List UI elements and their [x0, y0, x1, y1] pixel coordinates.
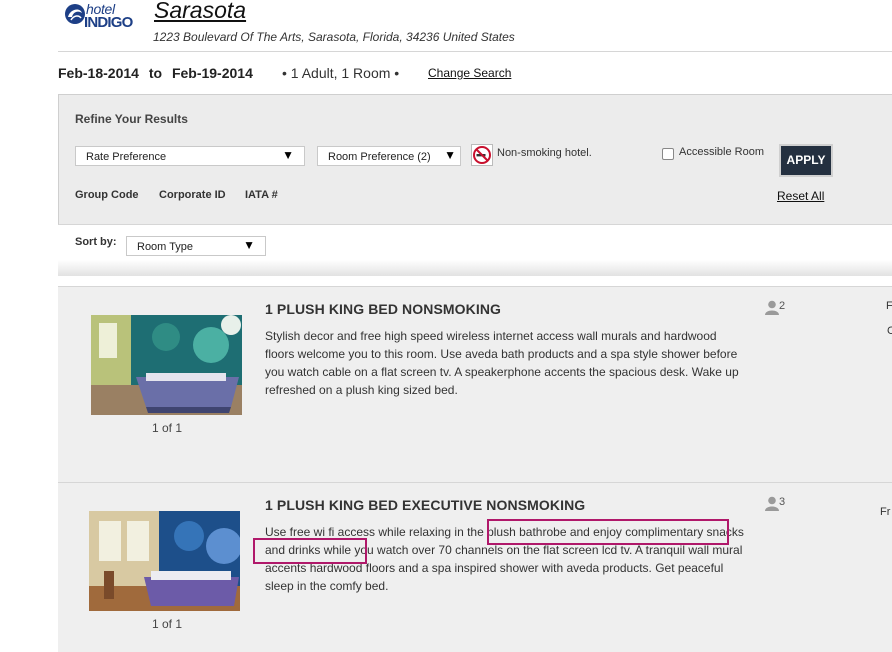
- room-preference-value: Room Preference (2): [328, 151, 431, 163]
- rate-cutoff-text: Fr: [880, 506, 891, 518]
- dropdown-arrow-icon: ▼: [282, 148, 294, 162]
- occupancy-count: 2: [779, 300, 786, 312]
- iata-link[interactable]: IATA #: [245, 189, 278, 201]
- check-out-date: Feb-19-2014: [171, 65, 253, 81]
- group-code-link[interactable]: Group Code: [75, 189, 139, 201]
- refine-title: Refine Your Results: [75, 112, 188, 126]
- section-shadow: [58, 260, 892, 276]
- rate-cutoff-text: C: [887, 325, 892, 337]
- corporate-id-link[interactable]: Corporate ID: [159, 189, 226, 201]
- room-photo[interactable]: [89, 511, 240, 611]
- occupancy-icon: [765, 496, 779, 511]
- sort-value: Room Type: [137, 241, 194, 253]
- highlight-box: [253, 538, 367, 564]
- dropdown-arrow-icon: ▼: [444, 148, 456, 162]
- accessible-room-label[interactable]: Accessible Room: [679, 146, 764, 158]
- room-title[interactable]: 1 PLUSH KING BED EXECUTIVE NONSMOKING: [265, 497, 585, 513]
- highlight-box: [487, 519, 729, 545]
- guest-summary: • 1 Adult, 1 Room •: [282, 65, 400, 81]
- occupancy-count: 3: [779, 496, 786, 508]
- dropdown-arrow-icon: ▼: [243, 238, 255, 252]
- occupancy-icon: [765, 300, 779, 315]
- logo-indigo-text: INDIGO: [84, 14, 133, 31]
- change-search-link[interactable]: Change Search: [428, 66, 511, 80]
- sort-by-label: Sort by:: [75, 236, 117, 248]
- room-description: Stylish decor and free high speed wirele…: [265, 329, 739, 397]
- room-preference-select[interactable]: Room Preference (2) ▼: [317, 146, 461, 166]
- hotel-city-link[interactable]: Sarasota: [154, 0, 246, 24]
- rate-preference-select[interactable]: Rate Preference ▼: [75, 146, 305, 166]
- hotel-indigo-logo[interactable]: hotel INDIGO: [64, 1, 146, 31]
- room-title[interactable]: 1 PLUSH KING BED NONSMOKING: [265, 301, 501, 317]
- reset-all-link[interactable]: Reset All: [777, 189, 824, 203]
- stay-dates: Feb-18-2014 to Feb-19-2014: [58, 65, 253, 81]
- no-smoking-icon: [471, 144, 493, 166]
- header-divider: [58, 51, 892, 52]
- hotel-address: 1223 Boulevard Of The Arts, Sarasota, Fl…: [153, 30, 515, 44]
- photo-count: 1 of 1: [152, 617, 183, 631]
- room-photo[interactable]: [91, 315, 242, 415]
- rate-cutoff-text: F: [886, 300, 892, 312]
- swirl-icon: [65, 4, 85, 24]
- photo-count: 1 of 1: [152, 421, 183, 435]
- sort-select[interactable]: Room Type ▼: [126, 236, 266, 256]
- accessible-room-checkbox[interactable]: [662, 148, 674, 160]
- apply-button[interactable]: APPLY: [779, 144, 833, 177]
- dates-to: to: [148, 65, 163, 81]
- rate-preference-value: Rate Preference: [86, 151, 167, 163]
- check-in-date: Feb-18-2014: [58, 65, 139, 81]
- non-smoking-label: Non-smoking hotel.: [497, 147, 592, 159]
